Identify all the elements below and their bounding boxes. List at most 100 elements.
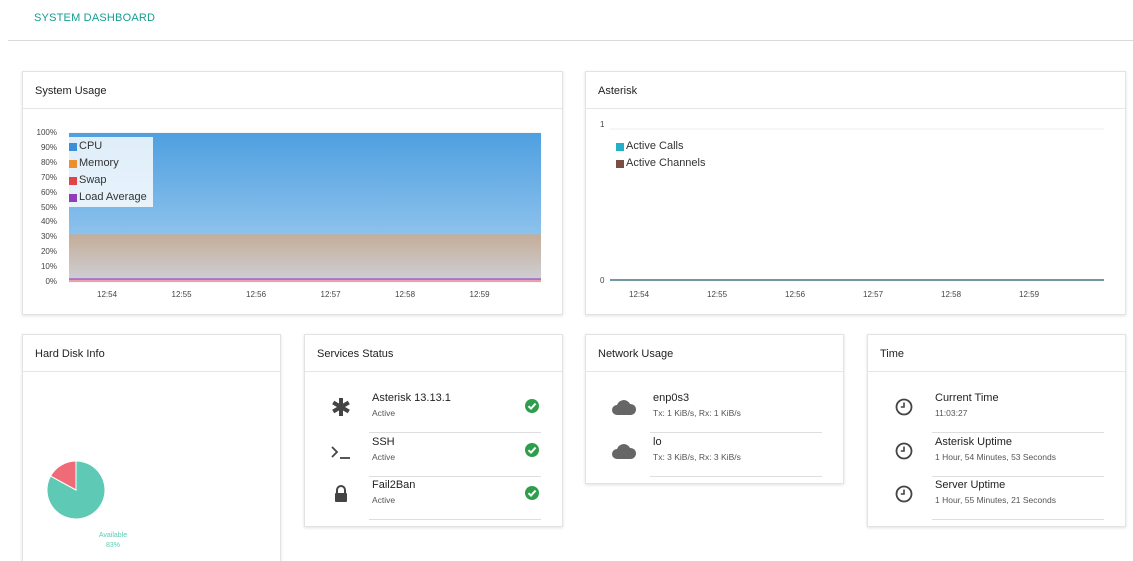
time-value: 1 Hour, 54 Minutes, 53 Seconds (935, 452, 1056, 462)
service-name: SSH (372, 436, 395, 448)
legend-label-swap: Swap (79, 174, 107, 186)
memory-swatch (69, 159, 77, 168)
legend-label-cpu: CPU (79, 140, 103, 152)
time-card: Time Current Time 11:03:27 Asterisk Upti… (867, 334, 1126, 527)
y-tick-label: 30% (40, 232, 57, 242)
system-usage-chart: 100% 90% 80% 70% 60% 50% 40% 30% 20% 10% 0% 12:54 1… (23, 109, 561, 314)
x-tick-label: 12:58 (941, 290, 962, 299)
x-tick-label: 12:54 (97, 290, 118, 299)
asterisk-card: Asterisk 1 0 12:54 12:55 12:56 12:57 12:58 12:5… (585, 71, 1126, 315)
service-row-fail2ban[interactable]: Fail2Ban Active (369, 477, 541, 520)
service-name: Asterisk 13.13.1 (372, 392, 451, 404)
asterisk-title: Asterisk (586, 72, 1125, 109)
network-row-lo[interactable]: lo Tx: 3 KiB/s, Rx: 3 KiB/s (650, 434, 822, 477)
available-label: Available (98, 532, 128, 539)
system-usage-card: System Usage 100% 90% 80% 70% 60% 50% 40% 30% 20… (22, 71, 563, 315)
interface-stats: Tx: 1 KiB/s, Rx: 1 KiB/s (653, 408, 741, 418)
y-tick-label: 20% (40, 247, 57, 257)
cloud-icon (610, 395, 638, 419)
terminal-icon (329, 440, 353, 464)
legend-label-active-calls: Active Calls (626, 140, 684, 152)
x-tick-label: 12:56 (785, 290, 806, 299)
y-tick-label: 90% (40, 142, 57, 152)
x-tick-label: 12:59 (1019, 290, 1040, 299)
services-status-title: Services Status (305, 335, 562, 372)
asterisk-icon (329, 395, 353, 419)
system-usage-legend: CPU Memory Swap Load Average (67, 137, 153, 207)
interface-name: lo (653, 436, 662, 448)
service-row-ssh[interactable]: SSH Active (369, 434, 541, 477)
legend-item-active-channels: Active Channels (616, 155, 706, 172)
y-tick-label: 40% (40, 217, 57, 227)
network-row-enp0s3[interactable]: enp0s3 Tx: 1 KiB/s, Rx: 1 KiB/s (650, 390, 822, 433)
swap-swatch (69, 176, 77, 185)
series-area-memory (69, 234, 541, 282)
time-value: 1 Hour, 55 Minutes, 21 Seconds (935, 495, 1056, 505)
x-tick-label: 12:55 (707, 290, 728, 299)
cpu-swatch (69, 142, 77, 151)
legend-label-memory: Memory (79, 157, 119, 169)
system-usage-title: System Usage (23, 72, 562, 109)
interface-name: enp0s3 (653, 392, 690, 404)
time-label: Current Time (935, 392, 999, 404)
hard-disk-title: Hard Disk Info (23, 335, 280, 372)
service-status: Active (372, 452, 396, 462)
service-status: Active (372, 408, 396, 418)
time-label: Asterisk Uptime (935, 436, 1013, 448)
y-tick-label: 0% (45, 277, 57, 286)
y-tick-label: 50% (40, 202, 57, 212)
active-calls-swatch (616, 142, 624, 151)
load-average-swatch (69, 193, 77, 202)
check-circle-icon (525, 399, 539, 413)
y-tick-label: 1 (600, 120, 605, 129)
top-bar: SYSTEM DASHBOARD (8, 0, 1133, 41)
y-tick-label: 70% (40, 172, 57, 182)
legend-label-load-average: Load Average (79, 191, 147, 203)
y-tick-label: 100% (36, 128, 57, 137)
y-tick-label: 0 (600, 276, 605, 285)
clock-icon (892, 482, 916, 506)
interface-stats: Tx: 3 KiB/s, Rx: 3 KiB/s (653, 452, 741, 462)
legend-item-swap: Swap (69, 172, 151, 189)
services-status-card: Services Status Asterisk 13.13.1 Active … (304, 334, 563, 527)
service-name: Fail2Ban (372, 479, 416, 491)
time-row-current: Current Time 11:03:27 (932, 390, 1104, 433)
legend-item-load-average: Load Average (69, 189, 151, 206)
x-tick-label: 12:59 (469, 290, 490, 299)
time-row-asterisk-uptime: Asterisk Uptime 1 Hour, 54 Minutes, 53 S… (932, 434, 1104, 477)
x-tick-label: 12:54 (629, 290, 650, 299)
cloud-icon (610, 439, 638, 463)
clock-icon (892, 395, 916, 419)
x-tick-label: 12:57 (863, 290, 884, 299)
legend-item-cpu: CPU (69, 138, 151, 155)
time-value: 11:03:27 (935, 408, 968, 418)
y-tick-label: 80% (40, 157, 57, 167)
check-circle-icon (525, 443, 539, 457)
x-tick-label: 12:58 (395, 290, 416, 299)
legend-item-memory: Memory (69, 155, 151, 172)
available-pct: 83% (105, 542, 120, 549)
network-usage-title: Network Usage (586, 335, 843, 372)
service-status: Active (372, 495, 396, 505)
clock-icon (892, 439, 916, 463)
hard-disk-card: Hard Disk Info Available 83% (22, 334, 281, 561)
time-row-server-uptime: Server Uptime 1 Hour, 55 Minutes, 21 Sec… (932, 477, 1104, 520)
asterisk-legend: Active Calls Active Channels (616, 138, 706, 172)
hard-disk-pie (46, 460, 106, 520)
x-tick-label: 12:56 (246, 290, 267, 299)
available-label-block: Available 83% (83, 531, 143, 551)
y-tick-label: 60% (40, 187, 57, 197)
legend-item-active-calls: Active Calls (616, 138, 706, 155)
y-tick-label: 10% (40, 262, 57, 272)
page-title: SYSTEM DASHBOARD (34, 12, 156, 24)
time-label: Server Uptime (935, 479, 1006, 491)
legend-label-active-channels: Active Channels (626, 157, 706, 169)
active-channels-swatch (616, 159, 624, 168)
x-tick-label: 12:57 (320, 290, 341, 299)
service-row-asterisk[interactable]: Asterisk 13.13.1 Active (369, 390, 541, 433)
lock-icon (329, 482, 353, 506)
check-circle-icon (525, 486, 539, 500)
x-tick-label: 12:55 (171, 290, 192, 299)
time-title: Time (868, 335, 1125, 372)
network-usage-card: Network Usage enp0s3 Tx: 1 KiB/s, Rx: 1 … (585, 334, 844, 484)
